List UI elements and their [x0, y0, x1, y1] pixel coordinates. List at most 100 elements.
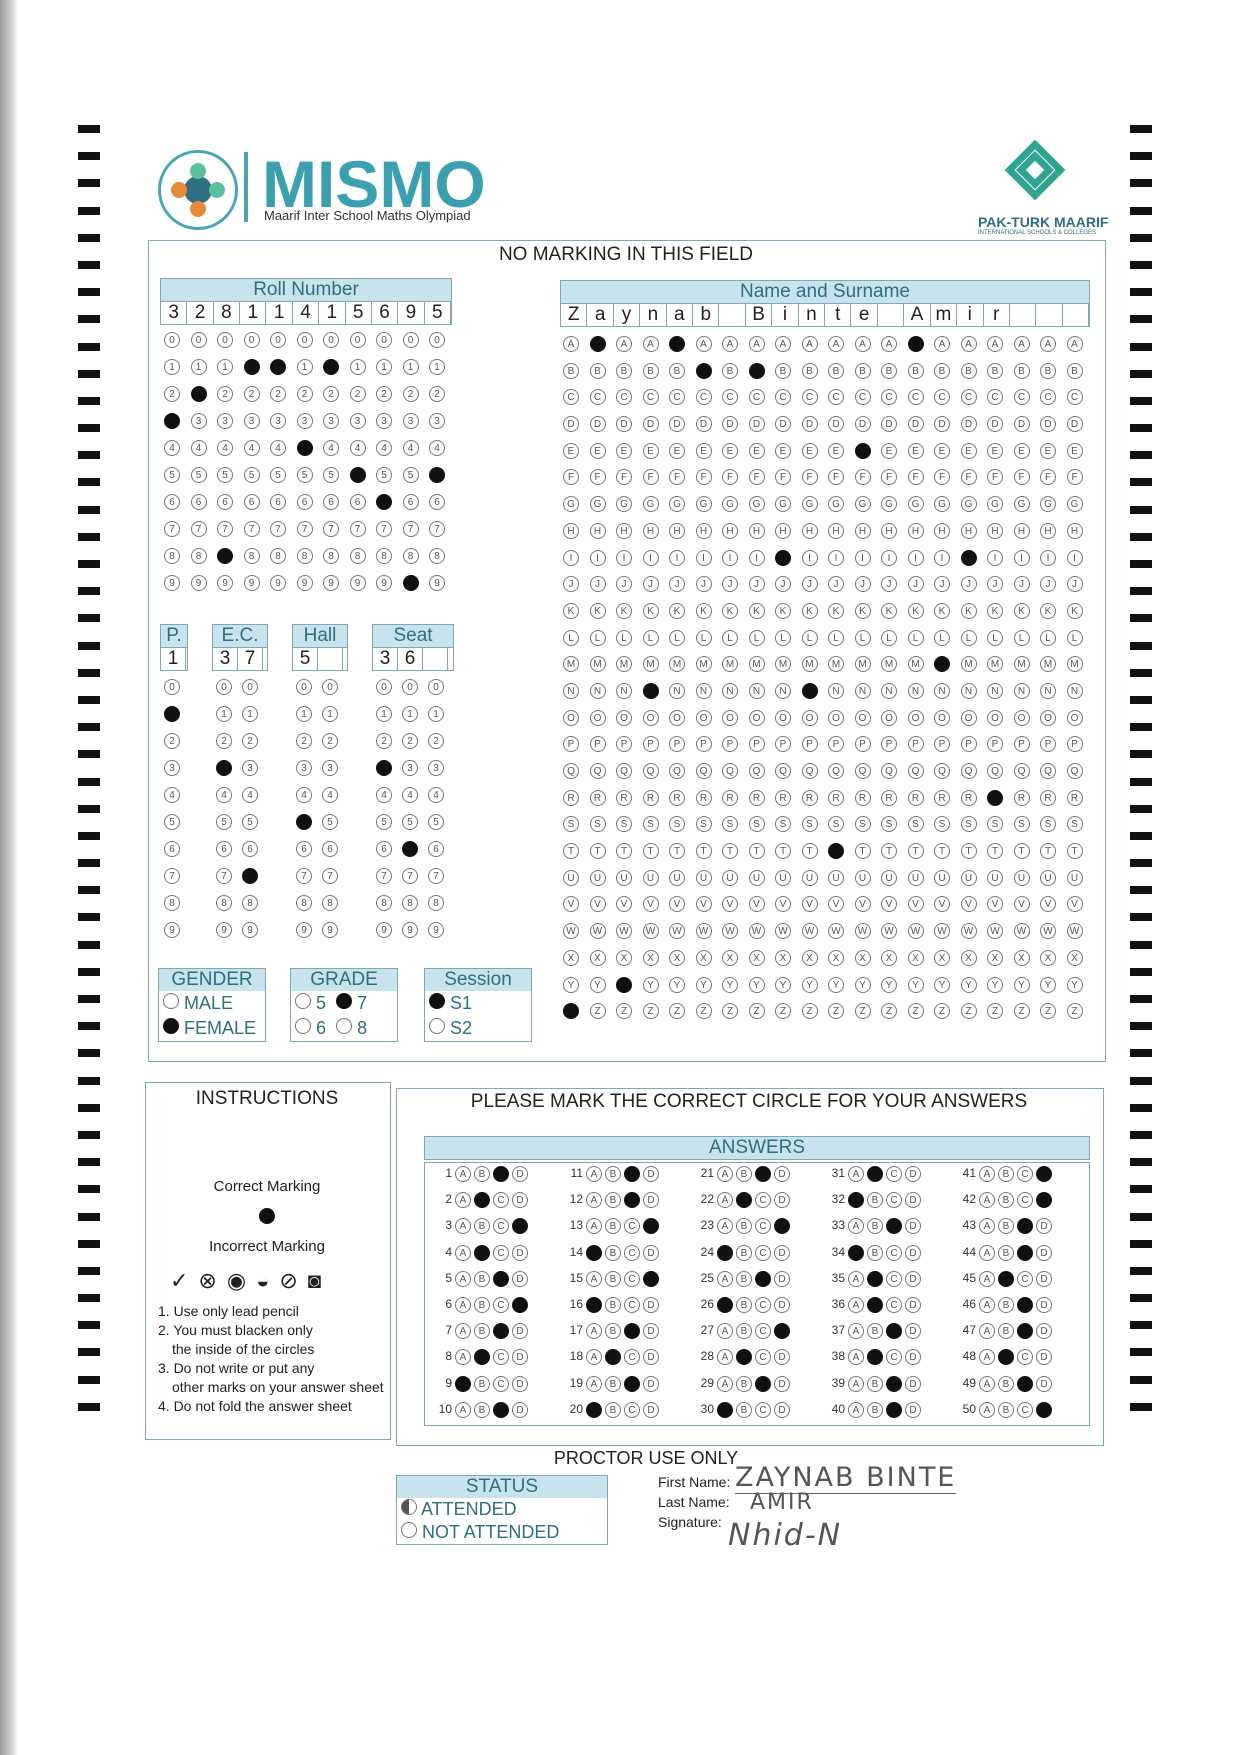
name-bubble[interactable]: B [669, 362, 685, 379]
name-bubble[interactable]: D [907, 416, 924, 433]
name-bubble[interactable]: V [828, 896, 844, 913]
name-bubble[interactable]: C [775, 389, 791, 406]
answer-bubble[interactable]: A [717, 1323, 733, 1340]
name-bubble[interactable]: R [589, 789, 606, 806]
name-bubble[interactable]: B [1066, 362, 1083, 379]
name-bubble[interactable]: S [563, 816, 579, 833]
roll-bubble[interactable]: 0 [190, 332, 207, 348]
name-bubble[interactable]: U [722, 869, 738, 886]
name-bubble[interactable]: R [854, 789, 871, 806]
roll-bubble[interactable]: 7 [402, 521, 419, 537]
roll-bubble[interactable]: 5 [243, 467, 260, 483]
field-bubble[interactable]: 5 [322, 814, 338, 830]
roll-bubble[interactable]: 4 [164, 440, 180, 456]
name-bubble[interactable]: J [748, 576, 765, 593]
answer-bubble[interactable]: C [886, 1270, 902, 1287]
answer-bubble[interactable]: A [586, 1244, 602, 1261]
name-bubble[interactable]: V [934, 896, 950, 913]
roll-bubble[interactable]: 8 [402, 548, 419, 564]
answer-bubble[interactable]: A [586, 1192, 602, 1209]
name-bubble[interactable]: L [1066, 629, 1083, 646]
answer-bubble[interactable]: C [493, 1297, 509, 1313]
roll-bubble[interactable]: 8 [376, 548, 392, 564]
answer-bubble[interactable]: B [867, 1375, 883, 1392]
name-bubble[interactable]: L [589, 629, 606, 646]
name-bubble[interactable]: K [828, 602, 844, 619]
name-bubble[interactable]: S [854, 816, 871, 833]
roll-bubble[interactable]: 1 [323, 359, 339, 375]
roll-bubble[interactable]: 9 [217, 575, 233, 591]
name-bubble[interactable]: X [801, 949, 818, 966]
answer-bubble[interactable]: C [755, 1218, 771, 1235]
roll-bubble[interactable]: 9 [376, 575, 392, 591]
name-bubble[interactable]: G [828, 496, 844, 513]
name-bubble[interactable]: C [563, 389, 579, 406]
name-bubble[interactable]: I [1013, 549, 1030, 566]
answer-bubble[interactable]: A [455, 1349, 471, 1366]
name-bubble[interactable]: Z [854, 1003, 871, 1020]
name-bubble[interactable]: F [616, 469, 632, 486]
name-bubble[interactable]: V [669, 896, 685, 913]
roll-bubble[interactable]: 4 [349, 440, 366, 456]
name-bubble[interactable]: W [1013, 923, 1030, 940]
name-bubble[interactable]: U [881, 869, 897, 886]
answer-bubble[interactable]: C [493, 1401, 509, 1418]
answer-bubble[interactable]: D [774, 1349, 790, 1366]
field-bubble[interactable]: 6 [296, 841, 312, 857]
name-bubble[interactable]: D [669, 416, 685, 433]
roll-bubble[interactable]: 5 [323, 467, 339, 483]
field-bubble[interactable]: 6 [376, 841, 392, 857]
answer-bubble[interactable]: D [774, 1218, 790, 1235]
answer-bubble[interactable]: D [1036, 1297, 1052, 1313]
answer-bubble[interactable]: A [717, 1166, 733, 1182]
name-bubble[interactable]: I [669, 549, 685, 566]
answer-bubble[interactable]: A [979, 1270, 995, 1287]
answer-bubble[interactable]: A [455, 1218, 471, 1235]
name-bubble[interactable]: H [1040, 522, 1056, 539]
name-bubble[interactable]: I [987, 549, 1003, 566]
answer-bubble[interactable]: B [605, 1192, 621, 1209]
answer-bubble[interactable]: B [867, 1401, 883, 1418]
field-bubble[interactable]: 2 [242, 733, 258, 749]
answer-bubble[interactable]: C [624, 1244, 640, 1261]
roll-bubble[interactable]: 4 [323, 440, 339, 456]
field-bubble[interactable]: 2 [322, 733, 338, 749]
answer-bubble[interactable]: D [643, 1244, 659, 1261]
answer-bubble[interactable]: D [643, 1218, 659, 1235]
name-bubble[interactable]: Y [881, 976, 897, 993]
name-bubble[interactable]: B [695, 362, 712, 379]
answer-bubble[interactable]: A [586, 1375, 602, 1392]
answer-bubble[interactable]: C [1017, 1401, 1033, 1418]
answer-bubble[interactable]: D [905, 1166, 921, 1182]
name-bubble[interactable]: H [1013, 522, 1030, 539]
name-bubble[interactable]: J [801, 576, 818, 593]
name-bubble[interactable]: Z [934, 1003, 950, 1020]
name-bubble[interactable]: V [801, 896, 818, 913]
field-bubble[interactable]: 9 [428, 922, 444, 938]
name-bubble[interactable]: G [907, 496, 924, 513]
name-bubble[interactable]: M [801, 656, 818, 673]
gender-male-bubble[interactable] [163, 993, 179, 1009]
name-bubble[interactable]: T [934, 843, 950, 860]
name-bubble[interactable]: I [907, 549, 924, 566]
name-bubble[interactable]: O [854, 709, 871, 726]
answer-bubble[interactable]: C [624, 1297, 640, 1313]
field-bubble[interactable]: 7 [296, 868, 312, 884]
answer-bubble[interactable]: B [474, 1401, 490, 1418]
answer-bubble[interactable]: A [717, 1401, 733, 1418]
answer-bubble[interactable]: D [1036, 1192, 1052, 1209]
roll-bubble[interactable]: 9 [402, 575, 419, 591]
roll-bubble[interactable]: 6 [164, 494, 180, 510]
name-bubble[interactable]: T [642, 843, 659, 860]
roll-bubble[interactable]: 2 [164, 386, 180, 402]
answer-bubble[interactable]: A [455, 1270, 471, 1287]
name-bubble[interactable]: J [669, 576, 685, 593]
name-bubble[interactable]: W [563, 923, 579, 940]
name-bubble[interactable]: Z [722, 1003, 738, 1020]
name-bubble[interactable]: N [934, 682, 950, 699]
field-bubble[interactable]: 4 [376, 787, 392, 803]
name-bubble[interactable]: E [589, 442, 606, 459]
answer-bubble[interactable]: B [605, 1349, 621, 1366]
name-bubble[interactable]: Z [748, 1003, 765, 1020]
name-bubble[interactable]: U [828, 869, 844, 886]
